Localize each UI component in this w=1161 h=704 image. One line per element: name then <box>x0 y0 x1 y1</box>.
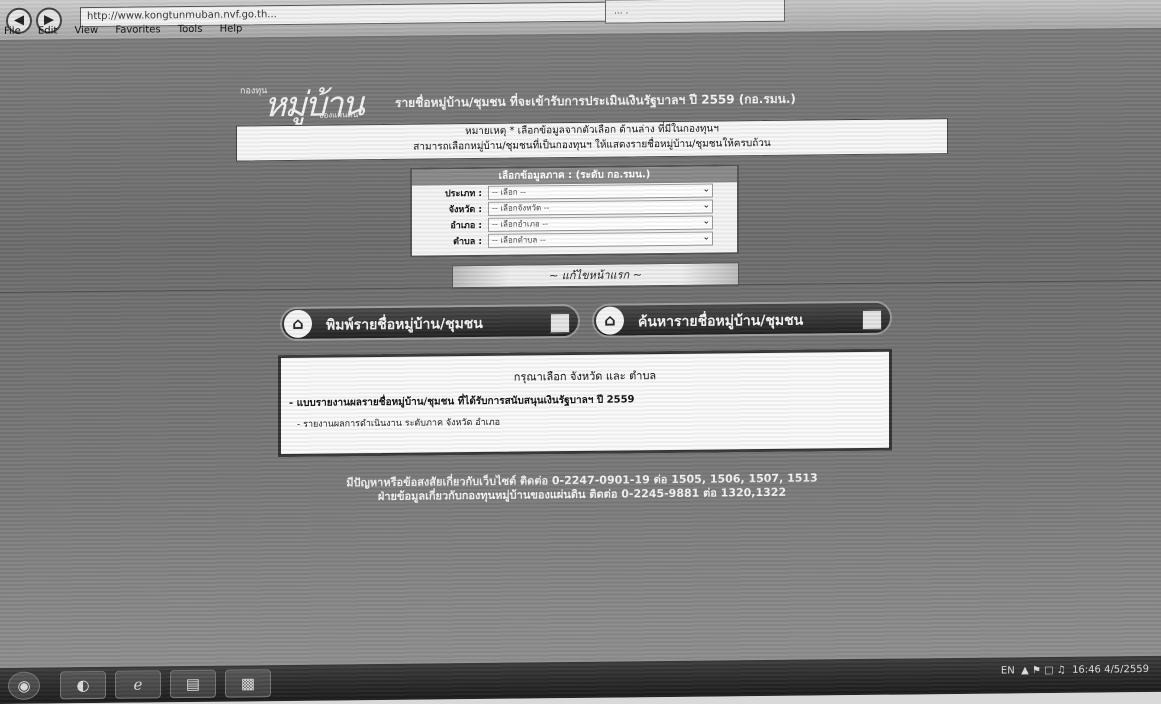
report-link-1[interactable]: - แบบรายงานผลรายชื่อหมู่บ้าน/ชุมชน ที่ได… <box>289 390 889 411</box>
filter-label: จังหวัด : <box>448 204 482 216</box>
site-logo[interactable]: กองทุน หมู่บ้าน ของแผ่นดิน <box>240 78 390 125</box>
start-button[interactable]: ◉ <box>8 671 40 700</box>
report-link-2[interactable]: - รายงานผลการดำเนินงาน ระดับภาค จังหวัด … <box>297 411 889 431</box>
clock-time[interactable]: 16:46 <box>1072 664 1101 675</box>
filter-label: อำเภอ : <box>450 220 482 232</box>
menu-tools[interactable]: Tools <box>178 24 203 35</box>
chrome-icon[interactable]: ◐ <box>60 670 106 700</box>
menu-help[interactable]: Help <box>220 23 243 34</box>
home-icon: ⌂ <box>596 306 624 335</box>
contact-footer: มีปัญหาหรือข้อสงสัยเกี่ยวกับเว็บไซต์ ติด… <box>282 471 882 505</box>
document-icon <box>862 309 882 330</box>
chevron-down-icon: ⌄ <box>702 232 710 243</box>
filter-label: ประเภท : <box>444 188 482 200</box>
chevron-down-icon: ⌄ <box>702 216 710 227</box>
type-select[interactable]: -- เลือก -- ⌄ <box>488 183 713 200</box>
filter-panel: เลือกข้อมูลภาค : (ระดับ กอ.รมน.) ประเภท … <box>410 164 739 258</box>
menu-view[interactable]: View <box>74 25 98 36</box>
menu-file[interactable]: File <box>4 26 21 37</box>
home-icon: ⌂ <box>284 309 312 339</box>
notice-box: หมายเหตุ * เลือกข้อมูลจากตัวเลือก ด้านล่… <box>236 118 948 162</box>
print-village-list-button[interactable]: ⌂ พิมพ์รายชื่อหมู่บ้าน/ชุมชน <box>280 303 580 342</box>
menu-favorites[interactable]: Favorites <box>115 24 160 35</box>
subdistrict-select[interactable]: -- เลือกตำบล -- ⌄ <box>488 231 713 248</box>
info-panel: กรุณาเลือก จังหวัด และ ตำบล - แบบรายงานผ… <box>278 348 892 458</box>
file-explorer-icon[interactable]: ▤ <box>170 669 216 699</box>
system-tray: EN ▲ ⚑ □ ♫ 16:46 4/5/2559 <box>1000 663 1149 677</box>
filter-label: ตำบล : <box>453 236 482 248</box>
browser-tab[interactable]: ... . <box>605 0 785 24</box>
clock-date[interactable]: 4/5/2559 <box>1104 664 1149 675</box>
monitor-screen: ◀ ▶ http://www.kongtunmuban.nvf.go.th...… <box>0 0 1161 704</box>
info-title: กรุณาเลือก จังหวัด และ ตำบล <box>513 369 657 384</box>
document-icon <box>550 313 570 334</box>
language-indicator[interactable]: EN <box>1001 665 1015 676</box>
page-header: กองทุน หมู่บ้าน ของแผ่นดิน รายชื่อหมู่บ้… <box>240 72 940 125</box>
district-select[interactable]: -- เลือกอำเภอ -- ⌄ <box>488 215 713 232</box>
filter-row-subdistrict: ตำบล : -- เลือกตำบล -- ⌄ <box>412 230 737 249</box>
page-title: รายชื่อหมู่บ้าน/ชุมชน ที่จะเข้ารับการประ… <box>395 91 796 110</box>
province-select[interactable]: -- เลือกจังหวัด -- ⌄ <box>488 199 713 216</box>
search-village-list-button[interactable]: ⌂ ค้นหารายชื่อหมู่บ้าน/ชุมชน <box>592 300 892 338</box>
chevron-down-icon: ⌄ <box>702 200 710 211</box>
menu-edit[interactable]: Edit <box>38 25 57 36</box>
chevron-down-icon: ⌄ <box>702 184 710 195</box>
app-window-icon[interactable]: ▩ <box>225 669 271 698</box>
internet-explorer-icon[interactable]: ℯ <box>115 670 161 699</box>
web-page: กองทุน หมู่บ้าน ของแผ่นดิน รายชื่อหมู่บ้… <box>0 28 1161 668</box>
menu-bar: File Edit View Favorites Tools Help <box>4 23 256 37</box>
